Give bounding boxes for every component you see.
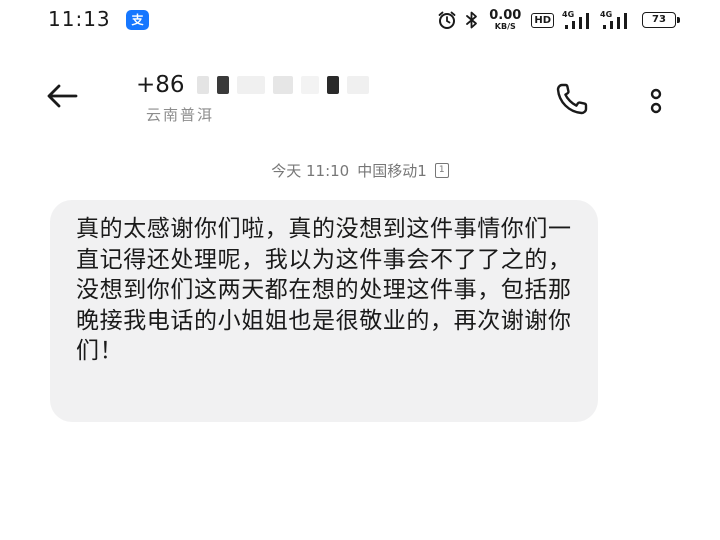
- bluetooth-icon: [466, 11, 478, 29]
- message-carrier: 中国移动1: [357, 162, 427, 180]
- sim1-signal-icon: 4G: [562, 10, 592, 30]
- hd-voice-icon: HD: [531, 12, 554, 28]
- more-options-button[interactable]: [644, 84, 668, 116]
- incoming-message-bubble[interactable]: 真的太感谢你们啦，真的没想到这件事情你们一直记得还处理呢，我以为这件事会不了了之…: [50, 200, 598, 422]
- net-speed-value: 0.00: [489, 8, 522, 23]
- message-timestamp-row: 今天 11:10 中国移动1 1: [0, 160, 720, 181]
- phone-icon: [556, 83, 588, 115]
- message-timestamp: 今天 11:10: [271, 162, 350, 180]
- status-time: 11:13: [48, 7, 111, 31]
- conversation-header: +86 云南普洱: [0, 62, 720, 132]
- alipay-notification-glyph: 支: [131, 13, 144, 27]
- more-vertical-icon: [650, 88, 662, 114]
- net-speed-unit: KB/S: [494, 22, 516, 31]
- battery-level: 73: [652, 14, 666, 25]
- battery-icon: 73: [642, 12, 680, 28]
- messaging-screen: 11:13 支 0.00 KB/S HD 4G 4G 73 +86 云南普洱 今…: [0, 0, 720, 540]
- back-button[interactable]: [42, 76, 82, 116]
- status-indicators: 0.00 KB/S HD 4G 4G 73: [437, 7, 680, 33]
- alipay-notification-icon: 支: [126, 10, 149, 30]
- sim-card-icon: 1: [434, 163, 449, 178]
- message-text: 真的太感谢你们啦，真的没想到这件事情你们一直记得还处理呢，我以为这件事会不了了之…: [76, 216, 572, 365]
- contact-region: 云南普洱: [146, 106, 215, 124]
- contact-number: +86: [136, 72, 369, 98]
- alarm-icon: [438, 11, 456, 29]
- sim2-signal-icon: 4G: [600, 10, 630, 30]
- call-button[interactable]: [553, 80, 591, 118]
- net-speed-indicator: 0.00 KB/S: [489, 9, 521, 31]
- redacted-phone-number: [196, 76, 369, 94]
- status-bar: 11:13 支 0.00 KB/S HD 4G 4G 73: [0, 0, 720, 40]
- contact-country-code: +86: [136, 72, 185, 98]
- back-arrow-icon: [47, 84, 78, 108]
